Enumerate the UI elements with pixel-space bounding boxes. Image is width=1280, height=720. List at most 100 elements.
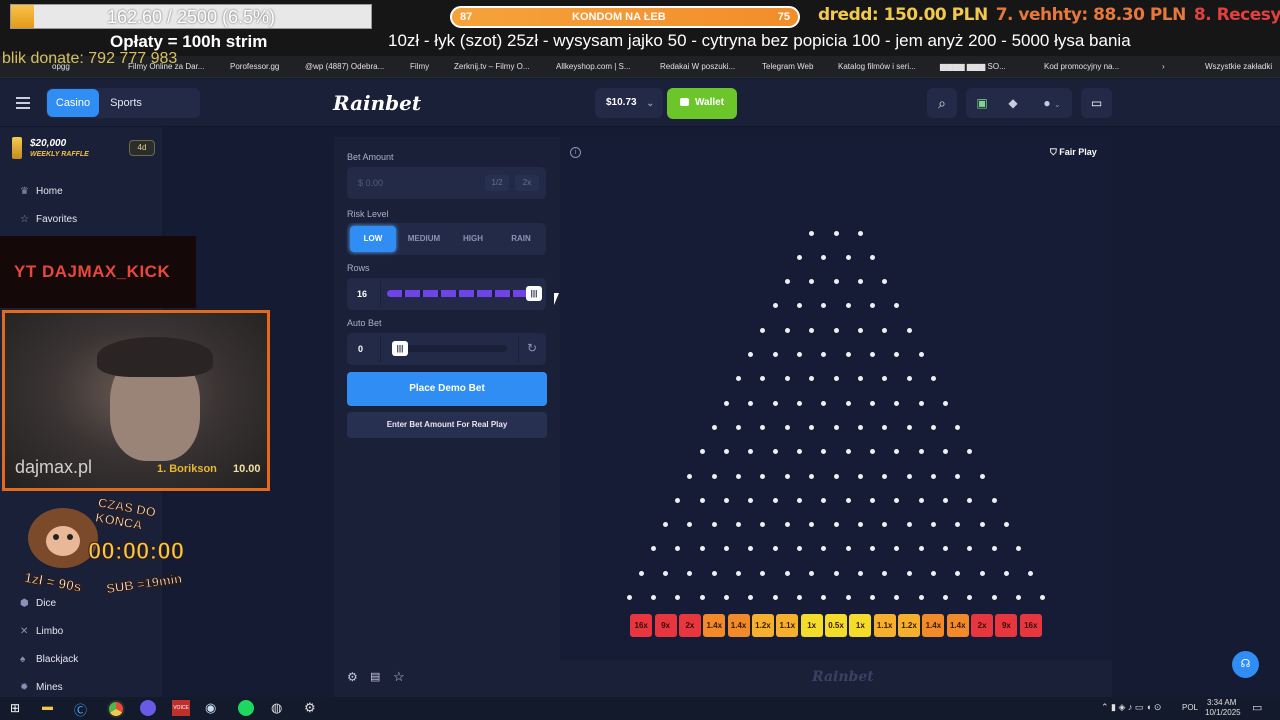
- tab-casino[interactable]: Casino: [47, 89, 99, 117]
- rows-slider-thumb[interactable]: |||: [526, 286, 542, 301]
- bookmark-item[interactable]: @wp (4887) Odebra...: [305, 62, 384, 71]
- webcam-overlay: dajmax.pl 1. Borikson 10.00: [2, 310, 270, 491]
- plinko-peg: [918, 449, 924, 455]
- risk-medium-button[interactable]: MEDIUM: [402, 226, 446, 252]
- bookmark-item[interactable]: Redakai W poszuki...: [660, 62, 735, 71]
- multiplier-bucket: 1.1x: [776, 614, 799, 637]
- file-explorer-icon[interactable]: ▬: [42, 701, 53, 713]
- favorite-star-icon[interactable]: ☆: [393, 669, 405, 685]
- multiplier-bucket: 1x: [849, 614, 872, 637]
- double-button[interactable]: 2x: [515, 175, 539, 191]
- plinko-peg: [918, 400, 924, 406]
- bookmark-item[interactable]: Zerknij.tv – Filmy O...: [454, 62, 530, 71]
- plinko-peg: [638, 570, 644, 576]
- auto-bet-slider[interactable]: |||: [392, 341, 507, 356]
- plinko-peg: [833, 522, 839, 528]
- plinko-peg: [796, 400, 802, 406]
- balance-dropdown[interactable]: $10.73 ⌄: [595, 88, 663, 118]
- risk-high-button[interactable]: HIGH: [451, 226, 495, 252]
- notifications-icon[interactable]: ▭: [1252, 701, 1262, 714]
- rainbet-logo[interactable]: Rainbet: [333, 91, 421, 115]
- sidebar-item-home[interactable]: ♛ Home: [20, 186, 63, 197]
- reset-icon[interactable]: ↻: [527, 341, 537, 355]
- sidebar-item-blackjack[interactable]: ♠ Blackjack: [20, 654, 78, 665]
- bookmark-item[interactable]: Filmy: [410, 62, 429, 71]
- donation-goal-bar: 162.60 / 2500 (6.5%): [10, 4, 372, 29]
- fair-play-link[interactable]: ⛉ Fair Play: [1050, 147, 1097, 158]
- chrome-icon[interactable]: [107, 700, 125, 718]
- plinko-peg: [906, 522, 912, 528]
- discord-icon[interactable]: [140, 700, 156, 716]
- half-button[interactable]: 1/2: [485, 175, 509, 191]
- settings-icon[interactable]: ⚙: [347, 670, 358, 684]
- place-demo-bet-button[interactable]: Place Demo Bet: [347, 372, 547, 406]
- raffle-ticket-icon: [12, 137, 22, 159]
- bookmark-item[interactable]: Katalog filmów i seri...: [838, 62, 916, 71]
- plinko-peg: [736, 424, 742, 430]
- sidebar-item-mines[interactable]: ✹ Mines: [20, 682, 63, 693]
- blik-donate-text: blik donate: 792 777 983: [2, 50, 178, 67]
- menu-icon[interactable]: [16, 97, 30, 109]
- user-icon[interactable]: ● ⌄: [1035, 88, 1069, 118]
- real-play-button[interactable]: Enter Bet Amount For Real Play: [347, 412, 547, 438]
- support-headset-icon[interactable]: ☊: [1232, 651, 1259, 678]
- bell-icon[interactable]: ◆: [1003, 88, 1023, 118]
- sidebar-item-favorites[interactable]: ☆ Favorites: [20, 214, 77, 225]
- multiplier-bucket: 1.2x: [898, 614, 921, 637]
- tab-sports[interactable]: Sports: [102, 89, 150, 117]
- bookmark-item[interactable]: ▆▆▆▆ ▆▆▆ SO...: [940, 62, 1006, 71]
- language-indicator[interactable]: POL: [1182, 703, 1198, 712]
- rows-slider[interactable]: |||: [387, 286, 542, 301]
- windows-start-icon[interactable]: ⊞: [10, 701, 20, 715]
- tray-icons[interactable]: ⌃ ▮ ◈ ♪ ▭ ◖ ⊙: [1101, 702, 1161, 713]
- plinko-peg: [699, 497, 705, 503]
- app-icon[interactable]: Ⓒ: [74, 700, 87, 719]
- clock-time[interactable]: 3:34 AM: [1207, 698, 1236, 707]
- steam-icon[interactable]: ◉: [205, 700, 216, 716]
- risk-rain-button[interactable]: RAIN: [499, 226, 543, 252]
- footer-logo: Rainbet: [812, 669, 874, 685]
- wallet-button[interactable]: Wallet: [667, 88, 737, 119]
- donor-3: 8. Recesywny: 5: [1193, 5, 1280, 25]
- settings-taskbar-icon[interactable]: ⚙: [304, 700, 316, 716]
- obs-icon[interactable]: ◍: [271, 700, 282, 716]
- bookmark-item[interactable]: Kod promocyjny na...: [1044, 62, 1119, 71]
- search-icon[interactable]: ⌕: [927, 88, 957, 118]
- plinko-peg: [784, 279, 790, 285]
- auto-bet-slider-thumb[interactable]: |||: [392, 341, 408, 356]
- risk-low-button[interactable]: LOW: [350, 226, 396, 252]
- plinko-peg: [930, 473, 936, 479]
- poll-title: KONDOM NA ŁEB: [572, 11, 666, 23]
- bet-amount-input[interactable]: $ 0.00: [358, 178, 383, 188]
- plinko-peg: [699, 449, 705, 455]
- cam-top-donor: 1. Borikson: [157, 463, 217, 475]
- bookmark-item[interactable]: Allkeyshop.com | S...: [556, 62, 631, 71]
- multiplier-bucket: 1.2x: [751, 614, 774, 637]
- rows-control: 16 |||: [347, 278, 546, 310]
- plinko-peg: [870, 352, 876, 357]
- rows-value: 16: [357, 289, 368, 299]
- info-icon[interactable]: i: [570, 147, 581, 158]
- plinko-peg: [772, 449, 778, 455]
- plinko-peg: [930, 570, 936, 576]
- plinko-peg: [699, 595, 705, 600]
- bet-amount-field[interactable]: $ 0.00 1/2 2x: [347, 167, 546, 199]
- sidebar-item-limbo[interactable]: ✕ Limbo: [20, 626, 63, 637]
- bookmark-all[interactable]: Wszystkie zakładki: [1205, 62, 1272, 71]
- stats-icon[interactable]: ▤: [370, 670, 380, 683]
- spotify-icon[interactable]: [238, 700, 254, 716]
- plinko-peg: [991, 595, 997, 600]
- plinko-peg: [809, 327, 815, 333]
- rows-label: Rows: [347, 263, 370, 273]
- gift-icon[interactable]: ▣: [972, 88, 992, 118]
- chevron-right-icon[interactable]: ›: [1162, 62, 1165, 71]
- plinko-peg: [711, 522, 717, 528]
- bookmark-item[interactable]: Porofessor.gg: [230, 62, 279, 71]
- bookmark-item[interactable]: Telegram Web: [762, 62, 813, 71]
- plinko-peg: [748, 400, 754, 406]
- chat-icon[interactable]: ▭: [1081, 88, 1112, 118]
- timer-sub: SUB =19min: [105, 570, 184, 597]
- voice-app-icon[interactable]: VOICE: [172, 700, 190, 716]
- plinko-peg: [711, 424, 717, 430]
- clock-date[interactable]: 10/1/2025: [1205, 708, 1241, 717]
